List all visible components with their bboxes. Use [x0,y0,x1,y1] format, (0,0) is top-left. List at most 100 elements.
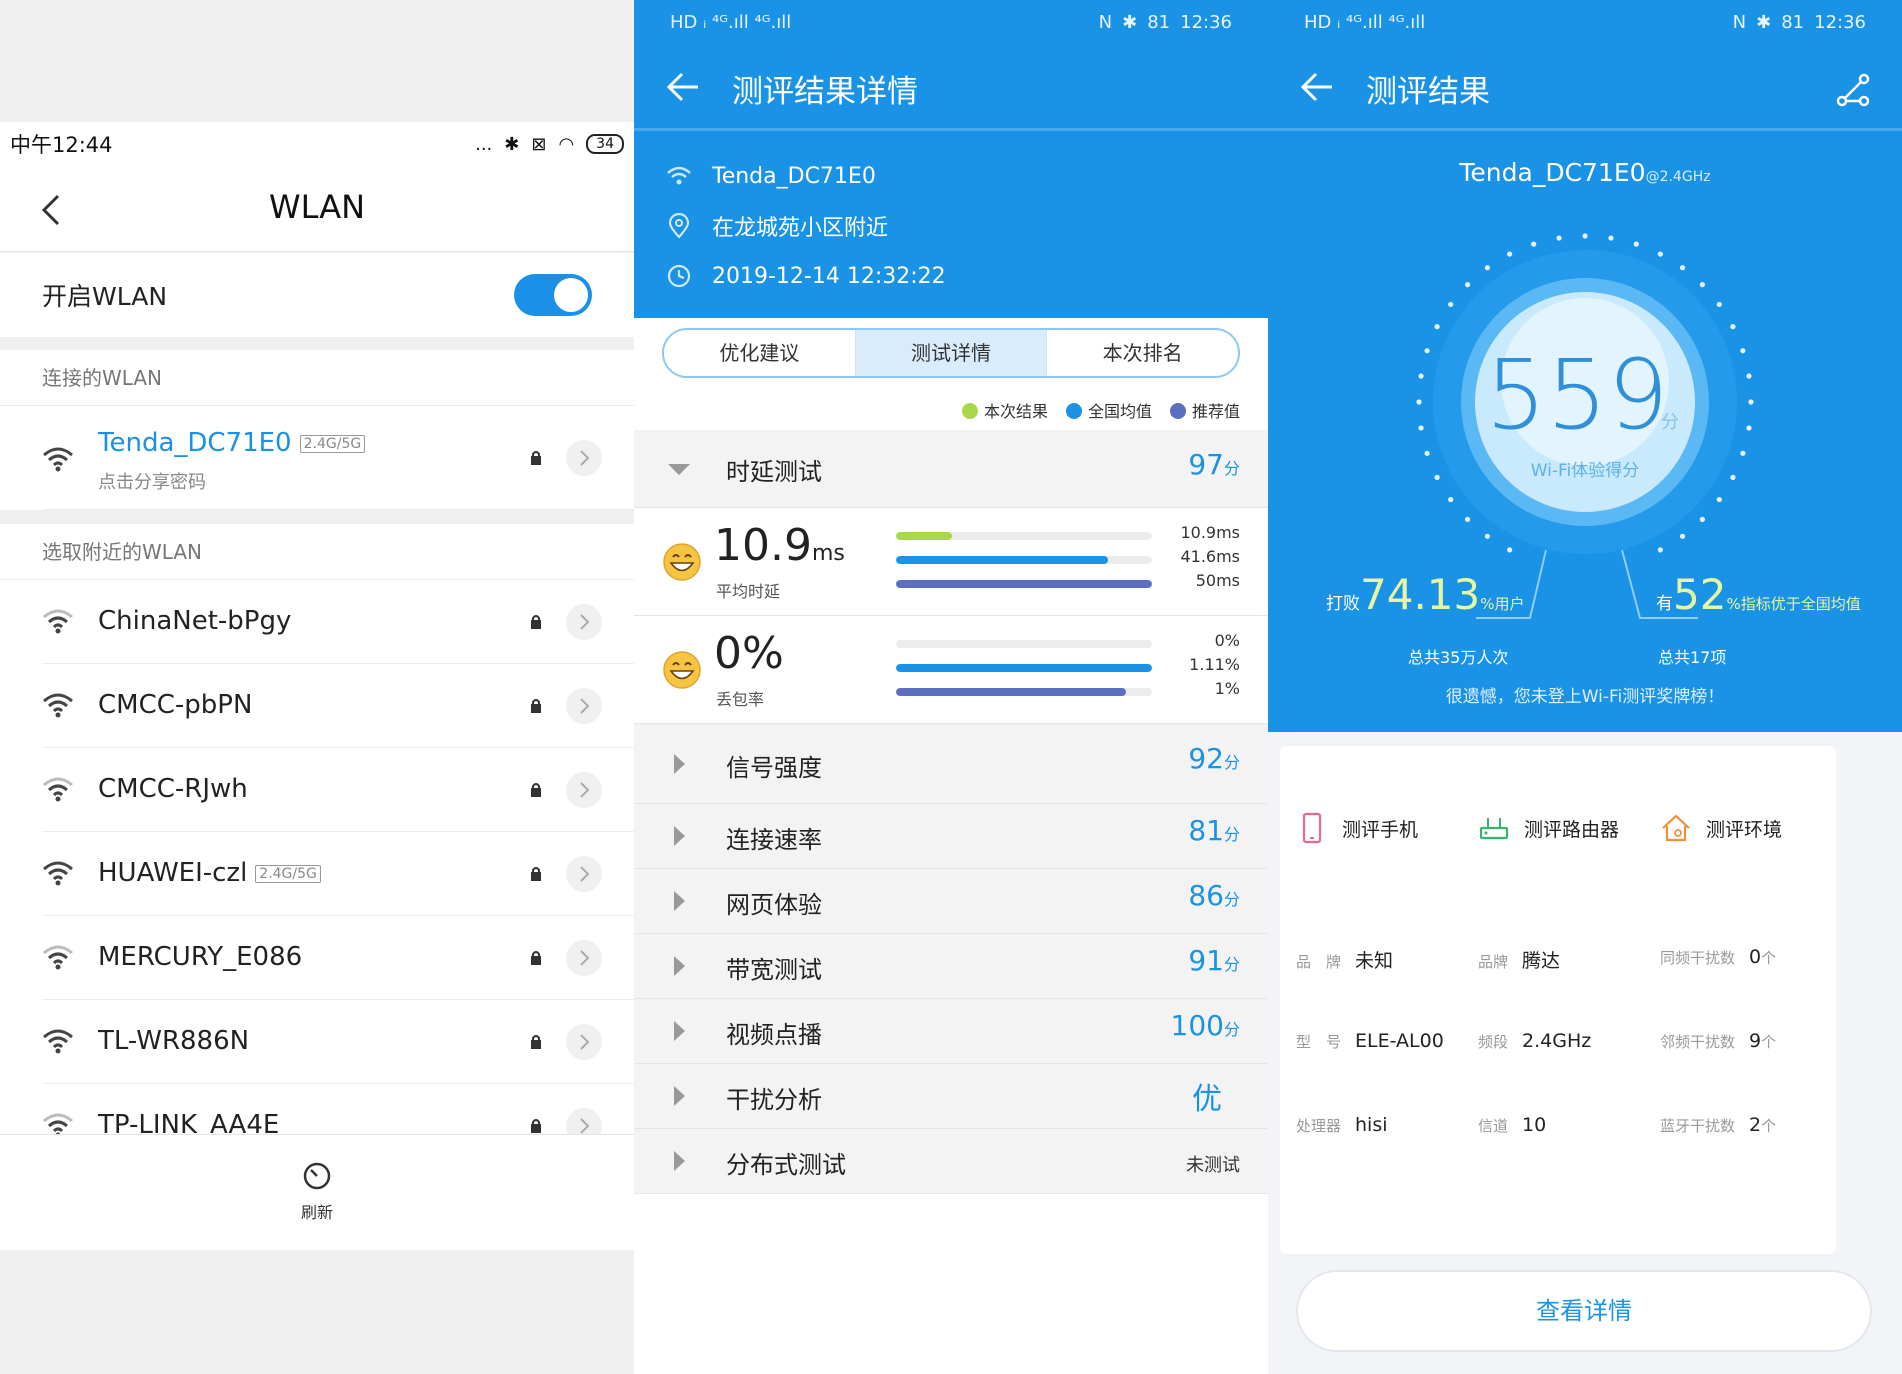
comparison-value: 50ms [1195,571,1240,590]
category-label: 带宽测试 [726,956,822,984]
dial-dot [1424,450,1430,456]
refresh-label[interactable]: 刷新 [0,1199,634,1223]
wifi-signal-icon [43,945,73,970]
comparison-bar-fill [896,664,1152,672]
category-row[interactable]: 信号强度 92分 [634,724,1268,804]
category-row-latency[interactable]: 时延测试 97分 [634,430,1268,508]
network-row[interactable]: MERCURY_E086 [42,916,634,1000]
network-row[interactable]: TL-WR886N [42,1000,634,1084]
legend-item: 推荐值 [1169,398,1240,422]
chevron-right-icon[interactable] [566,440,602,476]
network-row[interactable]: CMCC-RJwh [42,748,634,832]
card-field: 处理器 hisi [1296,1114,1388,1136]
lock-icon [531,615,541,629]
page-title: WLAN [268,188,366,226]
connected-section: 连接的WLAN Tenda_DC71E0 2.4G/5G 点击分享密码 [0,350,634,510]
header-divider [634,128,1268,131]
more-dots: ... [475,133,493,155]
view-details-button[interactable]: 查看详情 [1296,1270,1872,1352]
lock-icon [531,1119,541,1133]
result-header: 测评结果 [1268,44,1902,130]
connected-network-row[interactable]: Tenda_DC71E0 2.4G/5G 点击分享密码 [42,406,634,510]
wifi-signal-icon [43,693,73,718]
share-icon[interactable] [1834,72,1872,108]
network-row[interactable]: TP-LINK_AA4E [42,1084,634,1134]
comparison-bar-fill [896,532,953,540]
bluetooth-icon: ✱ [1122,11,1138,33]
category-row[interactable]: 带宽测试 91分 [634,934,1268,999]
dial-dot [1730,474,1736,480]
chevron-right-icon[interactable] [566,604,602,640]
indicator-total: 总共17项 [1658,648,1727,667]
dial-dot [1740,450,1746,456]
network-list: ChinaNet-bPgy CMCC-pbPN CMCC-RJwh HUAWEI-cz… [0,580,634,1134]
tab-1[interactable]: 测试详情 [855,330,1048,376]
expand-triangle-icon [674,754,685,774]
card-field: 型 号 ELE-AL00 [1296,1030,1444,1052]
dial-dot [1465,282,1471,288]
legend-label: 本次结果 [983,402,1048,421]
category-score: 81分 [1188,814,1240,847]
category-row[interactable]: 干扰分析 优 [634,1064,1268,1129]
info-location-row: 在龙城苑小区附近 [666,206,888,246]
dial-dot [1730,324,1736,330]
datetime-text: 2019-12-14 12:32:22 [712,263,946,289]
band-badge: 2.4G/5G [299,434,366,453]
card-field: 蓝牙干扰数 2个 [1660,1114,1777,1136]
category-score: 91分 [1188,944,1240,977]
network-row[interactable]: CMCC-pbPN [42,664,634,748]
category-row[interactable]: 连接速率 81分 [634,804,1268,869]
chevron-right-icon[interactable] [566,856,602,892]
wlan-toggle-switch[interactable] [514,274,592,316]
test-category-list: 时延测试 97分 10.9ms 平均时延 10.9ms 41.6ms 50ms 0%… [634,430,1268,1194]
clock-icon [667,264,691,288]
category-label: 连接速率 [726,826,822,854]
legend-label: 推荐值 [1191,402,1240,421]
network-row[interactable]: ChinaNet-bPgy [42,580,634,664]
network-name: CMCC-pbPN [98,690,253,720]
card-field: 品牌 腾达 [1478,950,1561,972]
dial-dot [1448,496,1454,503]
wifi-icon [667,166,691,185]
band-badge: 2.4G/5G [255,864,321,883]
dial-dot [1699,516,1705,522]
chevron-right-icon[interactable] [566,940,602,976]
wlan-toggle-label: 开启WLAN [42,282,168,311]
chevron-right-icon[interactable] [566,688,602,724]
score-caption: Wi-Fi体验得分 [1531,461,1640,481]
header-divider [1268,128,1902,131]
refresh-icon[interactable] [302,1161,332,1191]
wifi-signal-icon [43,1029,73,1054]
chevron-right-icon[interactable] [566,1108,602,1134]
wlan-header: WLAN [0,166,634,252]
category-row[interactable]: 视频点播 100分 [634,999,1268,1064]
chevron-right-icon[interactable] [566,1024,602,1060]
tab-0[interactable]: 优化建议 [664,330,856,376]
category-score: 97分 [1188,448,1240,481]
category-score: 86分 [1188,879,1240,912]
network-row[interactable]: HUAWEI-czl 2.4G/5G [42,832,634,916]
dial-dot [1679,265,1686,271]
router-icon [1479,818,1509,840]
category-label: 分布式测试 [726,1151,846,1179]
test-details-panel: HD ᵢ ⁴ᴳ.ıll ⁴ᴳ.ıll N ✱ 81 12:36 测评结果详情 T… [634,0,1268,1374]
battery-icon: 34 [586,134,624,154]
expand-triangle-icon [674,826,685,846]
back-arrow-icon[interactable] [666,72,700,102]
category-row[interactable]: 分布式测试 未测试 [634,1129,1268,1194]
bottom-bar: 刷新 [0,1134,634,1250]
dial-dot [1746,373,1752,379]
comparison-value: 1.11% [1189,655,1240,674]
card-title: 测评手机 [1296,812,1418,844]
chevron-right-icon[interactable] [566,772,602,808]
category-row[interactable]: 网页体验 86分 [634,869,1268,934]
wifi-signal-icon [43,609,73,634]
back-arrow-icon[interactable] [1300,72,1334,102]
page-title: 测评结果 [1366,74,1490,110]
dial-dot [1531,241,1537,247]
wifi-signal-icon [43,447,73,472]
card-field: 邻频干扰数 9个 [1660,1030,1777,1052]
lock-icon [531,699,541,713]
dial-dot [1716,301,1722,308]
tab-2[interactable]: 本次排名 [1047,330,1238,376]
